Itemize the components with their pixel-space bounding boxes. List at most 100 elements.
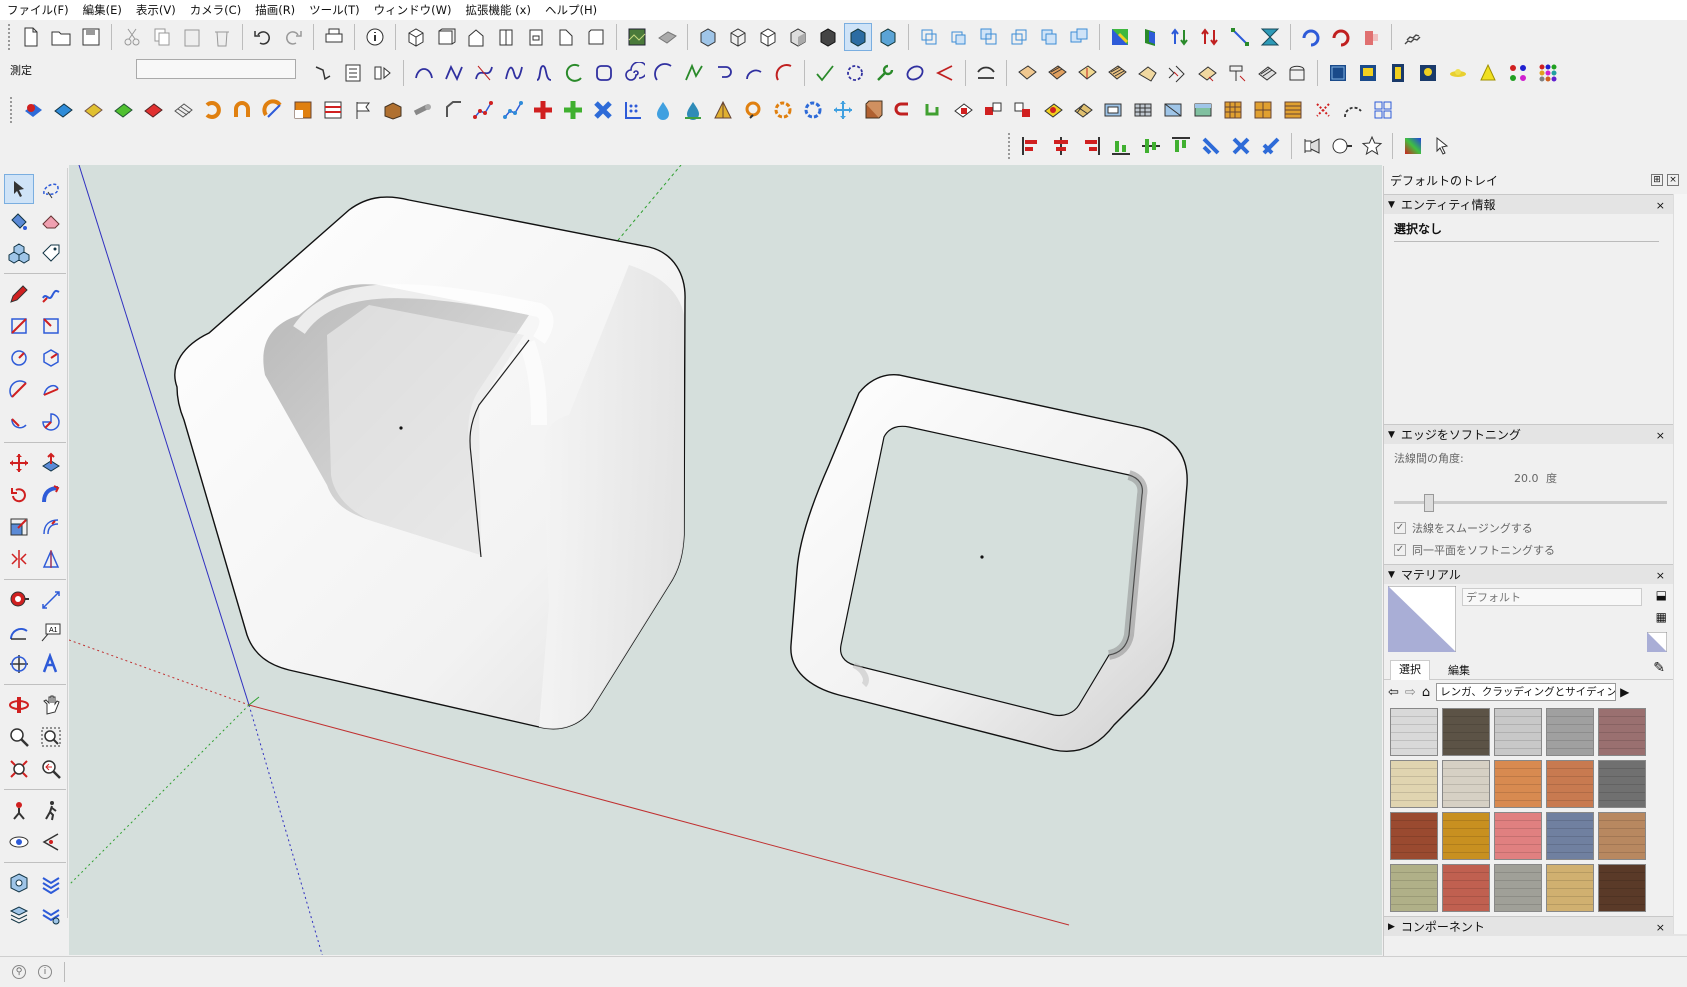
toolbar-grip[interactable] (8, 24, 12, 50)
star-icon[interactable] (1358, 132, 1386, 160)
align-left-icon[interactable] (1017, 132, 1045, 160)
paint-icon[interactable] (1357, 23, 1385, 51)
scale-icon[interactable] (4, 512, 34, 542)
distribute-2-icon[interactable] (1227, 132, 1255, 160)
ring-gear-icon[interactable] (769, 96, 797, 124)
color-dots-icon[interactable] (1504, 59, 1532, 87)
undo-icon[interactable] (249, 23, 277, 51)
solid-subtract-icon[interactable] (975, 23, 1003, 51)
move-icon[interactable] (4, 448, 34, 478)
check-curve-icon[interactable] (811, 59, 839, 87)
lamp-icon[interactable] (1414, 59, 1442, 87)
menu-help[interactable]: ヘルプ(H) (538, 2, 604, 18)
dimension-icon[interactable] (36, 585, 66, 615)
eraser-icon[interactable] (36, 206, 66, 236)
wrench-icon[interactable] (871, 59, 899, 87)
toolbar-grip[interactable] (10, 97, 14, 123)
pie-icon[interactable] (36, 407, 66, 437)
water-drop-icon[interactable] (649, 96, 677, 124)
spring-icon[interactable] (1398, 23, 1426, 51)
zigzag-icon[interactable] (680, 59, 708, 87)
material-swatch[interactable] (1598, 864, 1646, 912)
red-tile-icon[interactable] (1039, 96, 1067, 124)
align-center-icon[interactable] (1047, 132, 1075, 160)
water-drop-2-icon[interactable] (679, 96, 707, 124)
rectangle-icon[interactable] (4, 311, 34, 341)
crate-icon[interactable] (859, 96, 887, 124)
red-gear-plane-icon[interactable] (19, 96, 47, 124)
flip-icon[interactable] (4, 544, 34, 574)
spiral-icon[interactable] (620, 59, 648, 87)
surface-7-icon[interactable] (1193, 59, 1221, 87)
bezier-icon[interactable] (470, 59, 498, 87)
arc-green-icon[interactable] (560, 59, 588, 87)
orange-bend-icon[interactable] (229, 96, 257, 124)
entity-info-header[interactable]: ▼ エンティティ情報 × (1384, 194, 1687, 214)
surface-4-icon[interactable] (1103, 59, 1131, 87)
red-dots-x-icon[interactable] (1309, 96, 1337, 124)
rounded-cube-model[interactable] (174, 196, 686, 730)
surface-5-icon[interactable] (1133, 59, 1161, 87)
red-shape-3-icon[interactable] (1009, 96, 1037, 124)
frame-4-icon[interactable] (1189, 96, 1217, 124)
material-swatch[interactable] (1546, 760, 1594, 808)
solid-union-icon[interactable] (945, 23, 973, 51)
green-hook-icon[interactable] (919, 96, 947, 124)
line-tool-icon[interactable] (1226, 23, 1254, 51)
wood-box-icon[interactable] (379, 96, 407, 124)
tab-edit[interactable]: 編集 (1440, 662, 1478, 678)
forward-arrow-icon[interactable]: ⇨ (1405, 685, 1416, 700)
red-shape-2-icon[interactable] (979, 96, 1007, 124)
arc-small-icon[interactable] (740, 59, 768, 87)
material-swatch[interactable] (1494, 864, 1542, 912)
material-swatch[interactable] (1494, 812, 1542, 860)
panel-close-icon[interactable]: × (1656, 199, 1665, 212)
rotate-icon[interactable] (4, 480, 34, 510)
geo-location-icon[interactable]: ⚲ (12, 965, 26, 979)
blue-plane-icon[interactable] (49, 96, 77, 124)
orange-spin-icon[interactable] (259, 96, 287, 124)
lasso-tool-icon[interactable] (36, 174, 66, 204)
material-preview-swatch[interactable] (1388, 586, 1456, 652)
rounded-rect-icon[interactable] (590, 59, 618, 87)
material-swatch[interactable] (1494, 708, 1542, 756)
red-nodes-icon[interactable] (469, 96, 497, 124)
wireframe-icon[interactable] (724, 23, 752, 51)
hook-icon[interactable] (710, 59, 738, 87)
polygon-icon[interactable] (841, 59, 869, 87)
settings-wave-icon[interactable] (36, 900, 66, 930)
align-bottom-icon[interactable] (1107, 132, 1135, 160)
align-middle-icon[interactable] (1137, 132, 1165, 160)
freehand-icon[interactable] (36, 279, 66, 309)
flag-icon[interactable] (349, 96, 377, 124)
surface-6-icon[interactable] (1163, 59, 1191, 87)
material-name-field[interactable]: デフォルト (1462, 588, 1642, 606)
zoom-window-icon[interactable] (36, 722, 66, 752)
material-swatch[interactable] (1442, 708, 1490, 756)
tag-icon[interactable] (36, 238, 66, 268)
move-cross-icon[interactable] (829, 96, 857, 124)
material-swatch[interactable] (1546, 864, 1594, 912)
print-icon[interactable] (320, 23, 348, 51)
material-swatch[interactable] (1494, 760, 1542, 808)
arc-2pt-icon[interactable] (36, 375, 66, 405)
save-icon[interactable] (77, 23, 105, 51)
pan-icon[interactable] (36, 690, 66, 720)
surface-3-icon[interactable] (1073, 59, 1101, 87)
credits-icon[interactable]: i (38, 965, 52, 979)
menu-view[interactable]: 表示(V) (129, 2, 183, 18)
previous-view-icon[interactable] (36, 754, 66, 784)
push-face-icon[interactable] (1136, 23, 1164, 51)
orange-grid-3-icon[interactable] (1279, 96, 1307, 124)
photo-texture-icon[interactable] (623, 23, 651, 51)
walk-icon[interactable] (36, 795, 66, 825)
measure-input[interactable] (136, 59, 296, 79)
3d-text-icon[interactable] (36, 649, 66, 679)
tangent-icon[interactable] (931, 59, 959, 87)
panel-close-icon[interactable]: × (1656, 921, 1665, 934)
section-plane-icon[interactable] (915, 23, 943, 51)
frame-3-icon[interactable] (1159, 96, 1187, 124)
section-icon[interactable] (36, 827, 66, 857)
xray-mode-icon[interactable] (874, 23, 902, 51)
material-swatch[interactable] (1598, 708, 1646, 756)
